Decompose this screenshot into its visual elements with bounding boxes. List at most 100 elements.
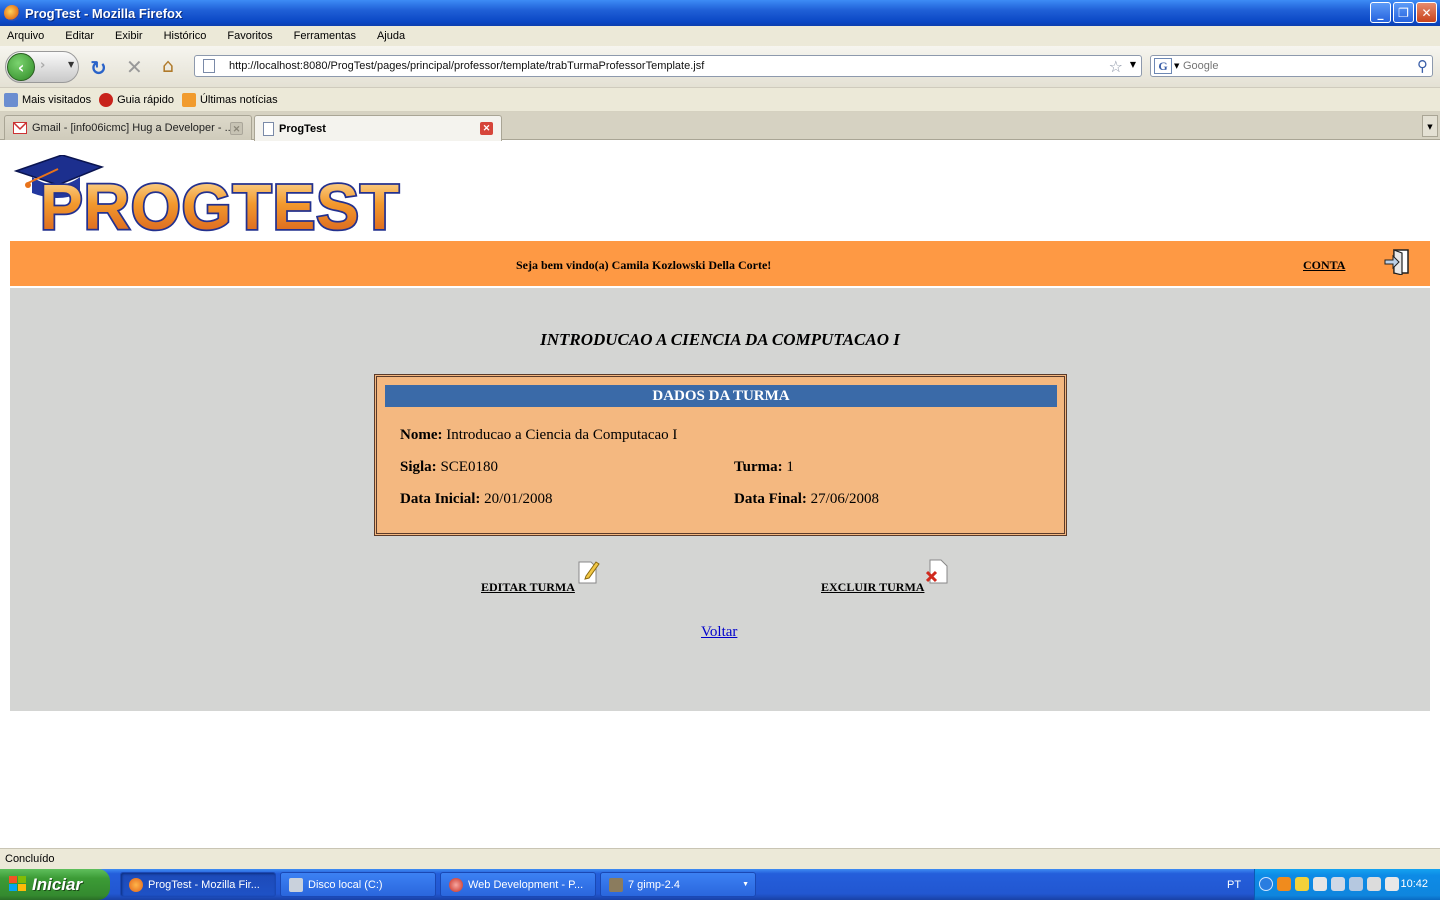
home-button[interactable]: ⌂ <box>162 55 174 77</box>
sigla-label: Sigla: <box>400 459 437 475</box>
back-button[interactable]: ‹ <box>7 53 35 81</box>
url-dropdown-icon[interactable]: ▼ <box>1130 60 1136 69</box>
task-disco-local[interactable]: Disco local (C:) <box>280 872 436 897</box>
language-indicator[interactable]: PT <box>1227 879 1241 891</box>
search-input[interactable] <box>1183 58 1403 74</box>
panel-heading: DADOS DA TURMA <box>385 385 1057 407</box>
clock: 10:42 <box>1400 878 1428 890</box>
monitor-icon[interactable] <box>1331 877 1345 891</box>
minimize-button[interactable]: _ <box>1370 2 1391 23</box>
bookmark-folder-icon <box>4 92 18 107</box>
turma-label: Turma: <box>734 459 783 475</box>
window-title: ProgTest - Mozilla Firefox <box>25 5 183 21</box>
page-icon <box>203 59 215 73</box>
page-content: PROGTEST Seja bem vindo(a) Camila Kozlow… <box>0 141 1440 848</box>
bookmark-ultimas-noticias[interactable]: Últimas notícias <box>181 92 278 107</box>
menu-ferramentas[interactable]: Ferramentas <box>291 30 359 42</box>
sigla-value: SCE0180 <box>440 459 498 475</box>
stop-button[interactable]: ✕ <box>126 55 143 79</box>
taskbar: Iniciar ProgTest - Mozilla Fir... Disco … <box>0 869 1440 900</box>
tab-progtest[interactable]: ProgTest ✕ <box>254 115 502 141</box>
task-web-development[interactable]: Web Development - P... <box>440 872 596 897</box>
back-forward-group: ‹ › ▼ <box>5 51 79 83</box>
data-final-value: 27/06/2008 <box>810 491 880 507</box>
bookmark-mais-visitados[interactable]: Mais visitados <box>4 92 91 107</box>
network-2-icon[interactable] <box>1349 877 1363 891</box>
menu-bar: Arquivo Editar Exibir Histórico Favorito… <box>0 26 1440 46</box>
edit-icon[interactable] <box>578 558 600 584</box>
tray-app-icon[interactable] <box>1277 877 1291 891</box>
show-hidden-icons-icon[interactable] <box>1259 877 1273 891</box>
tab-list-icon[interactable]: ▼ <box>1422 115 1438 137</box>
drive-icon <box>289 877 303 892</box>
gimp-icon <box>609 877 623 892</box>
task-label: Disco local (C:) <box>308 878 383 891</box>
bookmark-star-icon[interactable]: ☆ <box>1109 57 1123 76</box>
menu-favoritos[interactable]: Favoritos <box>224 30 275 42</box>
logout-icon[interactable] <box>1384 249 1410 276</box>
status-bar: Concluído <box>0 848 1440 869</box>
data-final-label: Data Final: <box>734 491 807 507</box>
window-controls: _ ❐ ✕ <box>1370 2 1437 23</box>
bookmarks-toolbar: Mais visitados Guia rápido Últimas notíc… <box>0 88 1440 112</box>
nome-field: Nome: Introducao a Ciencia da Computacao… <box>400 427 677 444</box>
task-label: 7 gimp-2.4 <box>628 878 680 891</box>
close-tab-icon[interactable]: ✕ <box>480 122 493 135</box>
data-inicial-field: Data Inicial: 20/01/2008 <box>400 491 553 508</box>
task-label: Web Development - P... <box>468 878 584 891</box>
reload-button[interactable]: ↻ <box>90 56 107 80</box>
menu-exibir[interactable]: Exibir <box>112 30 146 42</box>
start-label: Iniciar <box>32 874 83 894</box>
back-link[interactable]: Voltar <box>701 624 737 641</box>
welcome-bar: Seja bem vindo(a) Camila Kozlowski Della… <box>10 241 1430 286</box>
url-text[interactable]: http://localhost:8080/ProgTest/pages/pri… <box>229 60 704 72</box>
main-area: INTRODUCAO A CIENCIA DA COMPUTACAO I DAD… <box>10 288 1430 711</box>
task-firefox[interactable]: ProgTest - Mozilla Fir... <box>120 872 276 897</box>
engine-dropdown-icon[interactable]: ▼ <box>1174 62 1179 70</box>
delete-class-link[interactable]: EXCLUIR TURMA <box>821 580 924 595</box>
firefox-icon <box>129 877 143 892</box>
navigation-toolbar: ‹ › ▼ ↻ ✕ ⌂ http://localhost:8080/ProgTe… <box>0 46 1440 88</box>
forward-button[interactable]: › <box>40 58 60 76</box>
gmail-icon <box>13 122 27 134</box>
course-title: INTRODUCAO A CIENCIA DA COMPUTACAO I <box>540 330 900 349</box>
data-inicial-label: Data Inicial: <box>400 491 481 507</box>
close-tab-icon[interactable]: ✕ <box>230 122 243 135</box>
menu-historico[interactable]: Histórico <box>161 30 210 42</box>
google-engine-icon[interactable]: G <box>1154 58 1172 74</box>
menu-editar[interactable]: Editar <box>62 30 97 42</box>
bookmark-label: Guia rápido <box>117 93 174 106</box>
edit-class-link[interactable]: EDITAR TURMA <box>481 580 575 595</box>
nome-label: Nome: <box>400 427 443 443</box>
progtest-logo: PROGTEST <box>10 154 442 245</box>
account-link[interactable]: CONTA <box>1303 258 1345 273</box>
bookmark-guia-rapido[interactable]: Guia rápido <box>99 92 174 107</box>
search-bar[interactable]: G ▼ ⚲ <box>1150 55 1433 77</box>
tab-label: Gmail - [info06icmc] Hug a Developer - .… <box>32 122 234 134</box>
security-shield-icon[interactable] <box>1295 877 1309 891</box>
history-dropdown-icon[interactable]: ▼ <box>68 60 74 69</box>
network-icon[interactable] <box>1313 877 1327 891</box>
menu-arquivo[interactable]: Arquivo <box>4 30 47 42</box>
safely-remove-icon[interactable] <box>1385 877 1399 891</box>
turma-value: 1 <box>786 459 794 475</box>
red-panda-icon <box>99 92 114 107</box>
tab-gmail[interactable]: Gmail - [info06icmc] Hug a Developer - .… <box>4 115 252 140</box>
task-gimp[interactable]: 7 gimp-2.4 ▼ <box>600 872 756 897</box>
tab-bar: Gmail - [info06icmc] Hug a Developer - .… <box>0 112 1440 141</box>
data-inicial-value: 20/01/2008 <box>484 491 553 507</box>
nome-value: Introducao a Ciencia da Computacao I <box>446 427 678 443</box>
browser-icon <box>449 877 463 892</box>
restore-button[interactable]: ❐ <box>1393 2 1414 23</box>
close-button[interactable]: ✕ <box>1416 2 1437 23</box>
start-button[interactable]: Iniciar <box>0 869 110 900</box>
class-data-panel: DADOS DA TURMA Nome: Introducao a Cienci… <box>374 374 1067 536</box>
tray-app-2-icon[interactable] <box>1367 877 1381 891</box>
tab-label: ProgTest <box>279 122 326 135</box>
firefox-icon <box>4 5 20 21</box>
delete-icon[interactable] <box>925 558 948 584</box>
menu-ajuda[interactable]: Ajuda <box>374 30 408 42</box>
group-dropdown-icon[interactable]: ▼ <box>742 881 749 888</box>
address-bar[interactable]: http://localhost:8080/ProgTest/pages/pri… <box>194 55 1142 77</box>
search-icon[interactable]: ⚲ <box>1417 57 1428 75</box>
